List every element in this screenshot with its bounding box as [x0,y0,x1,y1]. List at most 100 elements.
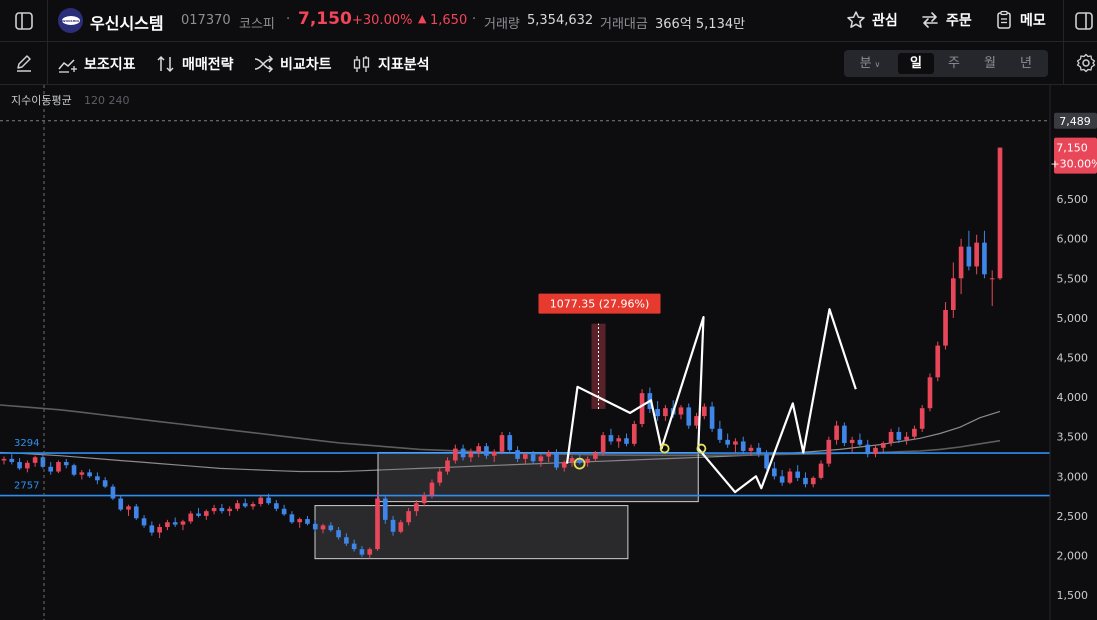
candle-body [554,452,559,468]
candle-body [499,435,505,452]
period-month[interactable]: 월 [972,53,1008,74]
candle-body [678,407,684,415]
period-week[interactable]: 주 [936,53,972,74]
candle-body [803,477,808,485]
candle-body [305,519,310,524]
ma-indicator-label[interactable]: 지수이동평균 [11,94,72,107]
candle-body [515,450,520,459]
candle-body [165,522,170,527]
y-tick-label: 3,500 [1057,431,1089,444]
candle-body [25,462,30,469]
candle-body [585,458,590,463]
candle-body [235,503,240,509]
sidebar-toggle-button[interactable] [14,11,34,31]
measure-label: 1077.35 (27.96%) [550,298,650,311]
candle-body [63,462,69,466]
divider [1063,0,1064,42]
candle-body [857,439,863,445]
candle-body [289,514,295,523]
candle-body [717,428,723,440]
candle-body [686,407,692,426]
candle-body [9,458,15,463]
candle-body [1,458,7,461]
y-tick-label: 5,500 [1057,272,1089,285]
candle-body [943,309,948,346]
candle-body [989,278,995,280]
y-tick-label: 4,000 [1057,391,1089,404]
compare-chart-button[interactable]: 비교차트 [254,54,332,74]
star-icon [847,11,865,28]
candle-body [997,147,1003,279]
period-year[interactable]: 년 [1008,53,1044,74]
indicators-button[interactable]: 보조지표 [58,54,136,74]
candles-icon [353,56,370,72]
candle-body [40,457,46,467]
period-minute[interactable]: 분 ∨ [848,53,892,74]
chart-settings-button[interactable] [1076,53,1096,73]
candle-body [180,521,186,525]
strategy-label: 매매전략 [182,57,234,73]
candle-body [266,497,271,504]
change-amount: 1,650 [430,13,468,28]
candle-body [569,458,575,463]
candle-body [834,425,839,440]
company-name[interactable]: 우신시스템 [90,10,164,34]
volume-value: 5,354,632 [527,13,594,28]
logo-text: WOOSHIN [62,18,79,23]
candle-body [507,435,513,451]
box-drawings [314,452,699,560]
market-name: 코스피 [239,17,275,32]
y-tick-label: 3,000 [1057,470,1089,483]
strategy-button[interactable]: 매매전략 [156,54,234,74]
candle-body [460,448,466,458]
candle-body [873,447,878,455]
order-label: 주문 [946,13,972,29]
candle-body [141,518,147,526]
gear-icon [1076,53,1096,73]
candle-body [95,476,100,481]
candle-body [849,439,855,444]
period-selector: 분 ∨ 일 주 월 년 [844,50,1048,77]
candle-body [258,497,264,505]
price-chart[interactable]: 3294 2757 1077.35 (27.96%) 1,500 2,000 2,50… [0,85,1097,620]
right-panel-toggle-button[interactable] [1074,11,1094,31]
candle-body [982,242,987,275]
stock-code: 017370 [181,13,231,28]
candle-body [398,522,404,532]
order-button[interactable]: 주문 [920,10,972,30]
candle-body [17,462,22,469]
candle-body [756,447,762,455]
candle-body [312,523,318,530]
candle-body [297,519,303,523]
indicator-analysis-button[interactable]: 지표분석 [352,54,430,74]
candle-body [694,416,699,426]
candle-body [359,549,365,555]
candle-body [974,242,979,267]
period-minute-label: 분 [859,56,872,71]
range-box-1 [377,452,699,503]
candle-body [203,511,209,516]
candle-body [561,462,567,468]
candle-body [779,476,785,483]
candle-body [351,543,357,550]
chart-line-plus-icon [58,59,77,73]
candle-body [476,446,481,453]
candle-body [600,435,606,453]
candle-body [772,468,777,477]
drawing-tool-button[interactable] [14,53,34,73]
candle-body [320,525,326,530]
watchlist-button[interactable]: 관심 [846,10,898,30]
separator-dot: · [472,12,477,27]
y-tick-label: 2,500 [1057,510,1089,523]
memo-button[interactable]: 메모 [994,10,1046,30]
change-percent: +30.00% [352,13,413,28]
candle-body [344,537,349,544]
last-price-label: 7,150 [1056,142,1088,155]
candle-body [608,435,614,442]
compare-chart-label: 비교차트 [280,57,332,73]
separator-dot: · [286,12,291,27]
candle-body [133,506,139,519]
period-day[interactable]: 일 [898,53,934,74]
candle-body [639,393,645,425]
candle-body [390,519,396,532]
